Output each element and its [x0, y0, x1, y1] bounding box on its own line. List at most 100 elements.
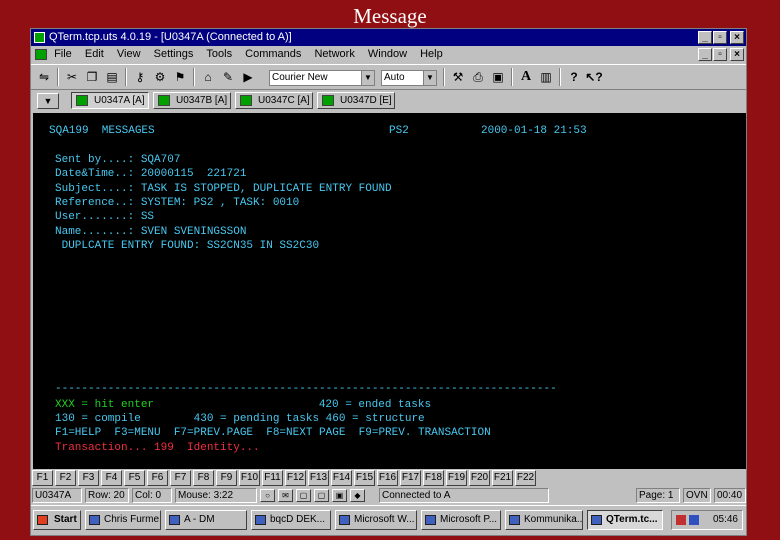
menu-help[interactable]: Help — [420, 46, 443, 63]
taskbar-item[interactable]: A - DM — [165, 510, 247, 530]
doc-minimize-button[interactable]: _ — [698, 48, 712, 61]
terminal-screen[interactable]: SQA199 MESSAGES PS2 2000-01-18 21:53 Sen… — [33, 113, 746, 469]
taskbar-item[interactable]: Microsoft P... — [421, 510, 501, 530]
fkey-f16[interactable]: F16 — [377, 470, 398, 486]
taskbar-item-label: bqcD DEK... — [270, 514, 326, 525]
fkey-f10[interactable]: F10 — [239, 470, 260, 486]
fkey-f15[interactable]: F15 — [354, 470, 375, 486]
toolbar-separator — [125, 68, 127, 86]
start-button[interactable]: Start — [33, 510, 81, 530]
window-icon — [339, 515, 350, 525]
close-button[interactable]: × — [730, 31, 744, 44]
fkey-f18[interactable]: F18 — [423, 470, 444, 486]
qterm-window: QTerm.tcp.uts 4.0.19 - [U0347A (Connecte… — [30, 28, 747, 536]
fkey-f17[interactable]: F17 — [400, 470, 421, 486]
session-tab-u0347d[interactable]: U0347D [E] — [317, 92, 395, 109]
status-bar: U0347A Row: 20 Col: 0 Mouse: 3:22 ○ ✉ ▢ … — [31, 487, 746, 504]
session-tab-u0347c[interactable]: U0347C [A] — [235, 92, 313, 109]
fkey-f2[interactable]: F2 — [55, 470, 76, 486]
fkey-f13[interactable]: F13 — [308, 470, 329, 486]
fkey-f6[interactable]: F6 — [147, 470, 168, 486]
taskbar: Start Chris Furme... A - DM bqcD DEK... … — [31, 505, 746, 535]
connect-icon[interactable]: ⇋ — [35, 68, 53, 86]
menu-commands[interactable]: Commands — [245, 46, 301, 63]
play-icon[interactable]: ▶ — [239, 68, 257, 86]
taskbar-item[interactable]: Kommunika... — [505, 510, 583, 530]
minimize-button[interactable]: _ — [698, 31, 712, 44]
window-icon — [591, 515, 602, 525]
app-icon[interactable] — [34, 32, 45, 43]
taskbar-item[interactable]: bqcD DEK... — [251, 510, 331, 530]
fkey-f7[interactable]: F7 — [170, 470, 191, 486]
copy-icon[interactable]: ❐ — [83, 68, 101, 86]
size-combo-value: Auto — [384, 72, 405, 83]
fkey-f3[interactable]: F3 — [78, 470, 99, 486]
fkey-f5[interactable]: F5 — [124, 470, 145, 486]
help-function-keys: F1=HELP F3=MENU F7=PREV.PAGE F8=NEXT PAG… — [55, 427, 491, 439]
save-icon[interactable]: ▣ — [489, 68, 507, 86]
help-icon[interactable]: ? — [565, 68, 583, 86]
session-dropdown[interactable]: ▼ — [37, 93, 59, 109]
menu-edit[interactable]: Edit — [85, 46, 104, 63]
taskbar-item-label: QTerm.tc... — [606, 514, 658, 525]
fkey-f12[interactable]: F12 — [285, 470, 306, 486]
fkey-f14[interactable]: F14 — [331, 470, 352, 486]
record-icon[interactable]: ⚑ — [171, 68, 189, 86]
chart-icon[interactable]: ▥ — [537, 68, 555, 86]
fkey-f11[interactable]: F11 — [262, 470, 283, 486]
taskbar-item[interactable]: Microsoft W... — [335, 510, 417, 530]
menu-window[interactable]: Window — [368, 46, 407, 63]
toolbar-separator — [443, 68, 445, 86]
fkey-f9[interactable]: F9 — [216, 470, 237, 486]
menu-network[interactable]: Network — [314, 46, 354, 63]
document-icon[interactable] — [35, 48, 47, 60]
fkey-f8[interactable]: F8 — [193, 470, 214, 486]
window-title: QTerm.tcp.uts 4.0.19 - [U0347A (Connecte… — [49, 31, 292, 43]
font-combo[interactable]: Courier New ▼ — [269, 70, 375, 86]
cut-icon[interactable]: ✂ — [63, 68, 81, 86]
home-icon[interactable]: ⌂ — [199, 68, 217, 86]
tray-icon[interactable] — [689, 515, 699, 525]
paste-icon[interactable]: ▤ — [103, 68, 121, 86]
taskbar-item[interactable]: Chris Furme... — [85, 510, 161, 530]
title-bar[interactable]: QTerm.tcp.uts 4.0.19 - [U0347A (Connecte… — [31, 29, 746, 46]
menu-tools[interactable]: Tools — [206, 46, 232, 63]
menu-file[interactable]: File — [54, 46, 72, 63]
fkey-f4[interactable]: F4 — [101, 470, 122, 486]
doc-restore-button[interactable]: ▫ — [713, 48, 727, 61]
session-tab-label: U0347A [A] — [94, 95, 145, 106]
slide-title: Message — [353, 4, 427, 28]
key-icon[interactable]: ⚷ — [131, 68, 149, 86]
screen-timestamp: 2000-01-18 21:53 — [481, 125, 587, 137]
size-combo[interactable]: Auto ▼ — [381, 70, 437, 86]
status-session: U0347A — [32, 488, 82, 503]
terminal-icon — [322, 95, 334, 106]
fkey-f19[interactable]: F19 — [446, 470, 467, 486]
system-code: PS2 — [389, 125, 409, 137]
print-icon[interactable]: ⎙ — [469, 68, 487, 86]
restore-button[interactable]: ▫ — [713, 31, 727, 44]
fkey-f21[interactable]: F21 — [492, 470, 513, 486]
doc-close-button[interactable]: × — [730, 48, 744, 61]
toolbar-separator — [559, 68, 561, 86]
context-help-icon[interactable]: ↖? — [585, 68, 603, 86]
fkey-f22[interactable]: F22 — [515, 470, 536, 486]
taskbar-item-qterm[interactable]: QTerm.tc... — [587, 510, 663, 530]
transaction-prompt[interactable]: Transaction... 199 Identity... — [55, 442, 260, 455]
font-button[interactable]: A — [517, 68, 535, 86]
tray-icon[interactable] — [676, 515, 686, 525]
chevron-down-icon[interactable]: ▼ — [423, 71, 436, 85]
session-tab-label: U0347B [A] — [176, 95, 228, 106]
help-compile: 130 = compile 430 = pending tasks 460 = … — [55, 413, 425, 425]
session-tab-u0347b[interactable]: U0347B [A] — [153, 92, 231, 109]
settings-icon[interactable]: ⚒ — [449, 68, 467, 86]
macro-icon[interactable]: ⚙ — [151, 68, 169, 86]
menu-view[interactable]: View — [117, 46, 141, 63]
menu-settings[interactable]: Settings — [154, 46, 194, 63]
chevron-down-icon[interactable]: ▼ — [361, 71, 374, 85]
pen-icon[interactable]: ✎ — [219, 68, 237, 86]
fkey-f20[interactable]: F20 — [469, 470, 490, 486]
message-body: DUPLCATE ENTRY FOUND: SS2CN35 IN SS2C30 — [55, 240, 320, 252]
session-tab-u0347a[interactable]: U0347A [A] — [71, 92, 149, 109]
fkey-f1[interactable]: F1 — [32, 470, 53, 486]
